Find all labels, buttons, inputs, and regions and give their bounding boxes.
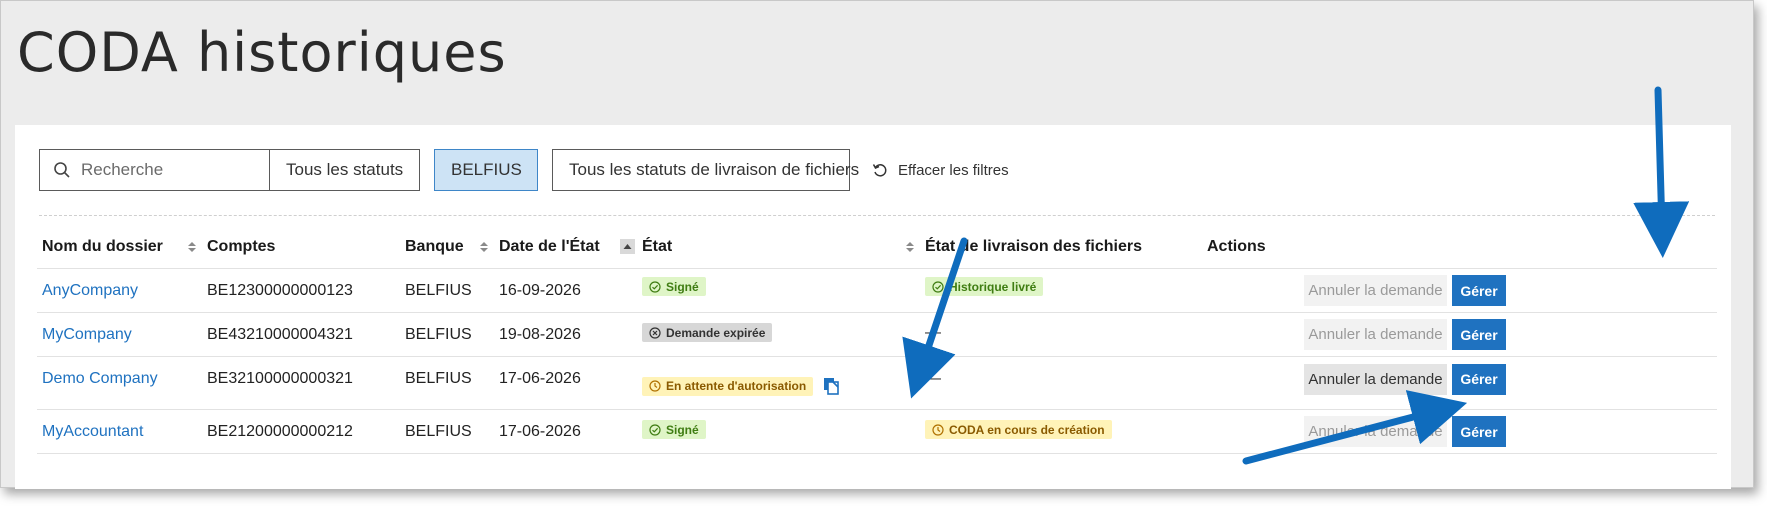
state-cell: Demande expirée [642, 311, 773, 354]
account-cell: BE43210000004321 [207, 325, 353, 343]
date-cell: 19-08-2026 [499, 325, 581, 343]
clear-filters-label: Effacer les filtres [898, 161, 1009, 179]
cancel-request-button[interactable]: Annuler la demande [1304, 353, 1447, 405]
reset-icon [872, 164, 887, 177]
manage-button[interactable]: Gérer [1452, 319, 1506, 350]
bank-filter-dropdown[interactable]: BELFIUS [434, 149, 538, 191]
manage-button[interactable]: Gérer [1452, 416, 1506, 447]
manage-button-cell: Gérer [1452, 313, 1506, 356]
delivery-badge-label: CODA en cours de création [949, 422, 1105, 437]
status-badge-label: Signé [666, 279, 699, 294]
table-header: Nom du dossier Comptes Banque Date de l'… [37, 225, 1717, 269]
app-window: CODA historiques Tous les statuts BELFIU… [0, 0, 1754, 489]
header-actions: Actions [1207, 237, 1266, 255]
sort-name-button[interactable] [187, 225, 197, 268]
header-delivery: État de livraison des fichiers [925, 237, 1142, 255]
table-row: MyAccountant BE21200000000212 BELFIUS 17… [37, 410, 1717, 454]
caret-up-icon [623, 244, 632, 249]
delivery-cell: CODA en cours de création [925, 408, 1112, 451]
date-cell: 16-09-2026 [499, 281, 581, 299]
dossier-link[interactable]: AnyCompany [42, 269, 138, 312]
date-cell: 17-06-2026 [499, 370, 581, 387]
sort-state-button[interactable] [905, 225, 915, 268]
delivery-badge: Historique livré [925, 277, 1044, 296]
status-badge: Signé [642, 277, 706, 296]
search-icon [54, 162, 70, 178]
manage-button-cell: Gérer [1452, 410, 1506, 453]
state-cell: Signé [642, 408, 706, 451]
table-row: MyCompany BE43210000004321 BELFIUS 19-08… [37, 313, 1717, 357]
date-cell: 17-06-2026 [499, 422, 581, 440]
search-input[interactable] [81, 160, 271, 180]
clock-icon [932, 423, 944, 436]
table-row: Demo Company BE32100000000321 BELFIUS 17… [37, 357, 1717, 410]
manage-button[interactable]: Gérer [1452, 363, 1506, 395]
delivery-status-filter-dropdown[interactable]: Tous les statuts de livraison de fichier… [552, 149, 859, 191]
cancel-request-button[interactable]: Annuler la demande [1304, 269, 1447, 312]
x-circle-icon [649, 326, 661, 339]
delivery-badge-label: Historique livré [949, 279, 1037, 294]
manage-button[interactable]: Gérer [1452, 275, 1506, 306]
check-circle-icon [649, 423, 661, 436]
manage-button-cell: Gérer [1452, 269, 1506, 312]
bank-cell: BELFIUS [405, 370, 472, 387]
cancel-request-button[interactable]: Annuler la demande [1304, 313, 1447, 356]
account-cell: BE21200000000212 [207, 422, 353, 440]
bank-cell: BELFIUS [405, 281, 472, 299]
header-name: Nom du dossier [42, 237, 163, 255]
table-row: AnyCompany BE12300000000123 BELFIUS 16-0… [37, 269, 1717, 313]
bank-cell: BELFIUS [405, 422, 472, 440]
sort-ascending-icon [620, 239, 635, 254]
sort-icon [480, 241, 488, 252]
status-badge-label: En attente d'autorisation [666, 379, 807, 393]
cancel-request-button[interactable]: Annuler la demande [1304, 410, 1447, 453]
document-copy-icon[interactable] [822, 377, 840, 395]
header-bank: Banque [405, 237, 464, 255]
delivery-cell: Historique livré [925, 265, 1044, 308]
check-circle-icon [932, 280, 944, 293]
bank-filter-label: BELFIUS [451, 160, 522, 179]
status-badge: Demande expirée [642, 323, 773, 342]
sort-date-button[interactable] [620, 225, 635, 268]
sort-icon [188, 241, 196, 252]
delivery-cell: — [925, 370, 941, 387]
cancel-request-button[interactable]: Annuler la demande [1304, 275, 1447, 306]
clear-filters-button[interactable]: Effacer les filtres [872, 149, 1009, 191]
coda-table: Nom du dossier Comptes Banque Date de l'… [37, 225, 1717, 454]
state-cell: En attente d'autorisation [642, 360, 840, 412]
cancel-request-button[interactable]: Annuler la demande [1304, 319, 1447, 350]
status-badge: En attente d'autorisation [642, 376, 814, 396]
search-box[interactable] [39, 149, 285, 191]
delivery-badge: CODA en cours de création [925, 420, 1112, 439]
header-state: État [642, 237, 673, 255]
header-date: Date de l'État [499, 237, 600, 255]
account-cell: BE12300000000123 [207, 281, 353, 299]
delivery-filter-label: Tous les statuts de livraison de fichier… [569, 160, 860, 179]
delivery-cell: — [925, 323, 941, 341]
content-card: Tous les statuts BELFIUS Tous les statut… [15, 125, 1731, 489]
filter-divider [39, 215, 1715, 216]
status-badge: Signé [642, 420, 706, 439]
status-filter-dropdown[interactable]: Tous les statuts [269, 149, 420, 191]
cancel-request-button[interactable]: Annuler la demande [1304, 363, 1447, 395]
dossier-link[interactable]: Demo Company [42, 353, 158, 405]
cancel-request-button[interactable]: Annuler la demande [1304, 416, 1447, 447]
clock-icon [649, 380, 661, 392]
bank-cell: BELFIUS [405, 325, 472, 343]
status-badge-label: Signé [666, 422, 699, 437]
account-cell: BE32100000000321 [207, 370, 353, 387]
manage-button-cell: Gérer [1452, 353, 1506, 405]
status-filter-label: Tous les statuts [286, 160, 404, 179]
header-accounts: Comptes [207, 237, 276, 255]
dossier-link[interactable]: MyAccountant [42, 410, 143, 453]
filter-bar: Tous les statuts BELFIUS Tous les statut… [39, 149, 1699, 191]
sort-icon [906, 241, 914, 252]
state-cell: Signé [642, 265, 706, 308]
page-title: CODA historiques [17, 21, 507, 84]
check-circle-icon [649, 280, 661, 293]
status-badge-label: Demande expirée [666, 325, 766, 340]
dossier-link[interactable]: MyCompany [42, 313, 132, 356]
sort-bank-button[interactable] [479, 225, 489, 268]
